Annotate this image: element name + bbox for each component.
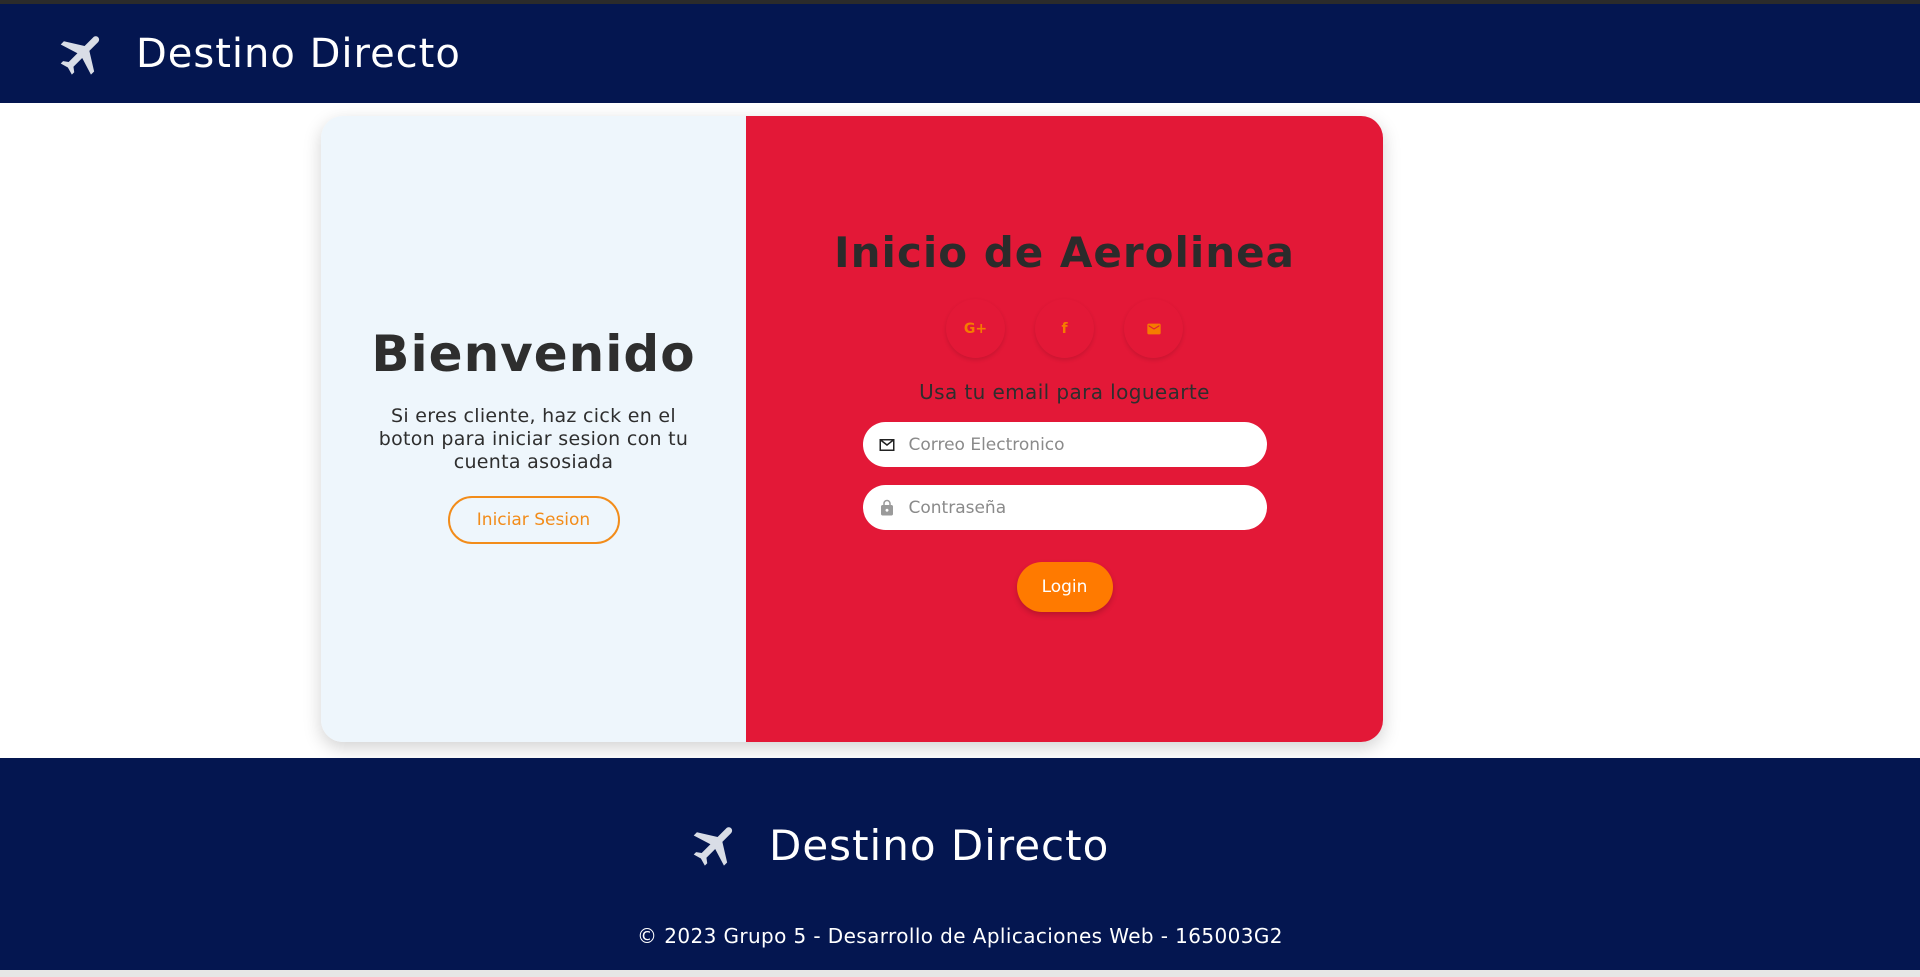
- login-card: Bienvenido Si eres cliente, haz cick en …: [321, 116, 1383, 742]
- envelope-icon: [877, 435, 897, 455]
- login-panel: Inicio de Aerolinea G+ f Usa tu email pa…: [746, 116, 1383, 742]
- window-bottom-strip: [0, 970, 1920, 977]
- email-input[interactable]: [908, 422, 1267, 467]
- password-input[interactable]: [908, 485, 1267, 530]
- email-social-button[interactable]: [1124, 299, 1183, 358]
- copyright-text: © 2023 Grupo 5 - Desarrollo de Aplicacio…: [637, 924, 1283, 948]
- lock-icon: [877, 498, 897, 518]
- airplane-icon: [693, 827, 733, 866]
- header-brand[interactable]: Destino Directo: [56, 27, 461, 81]
- welcome-text: Si eres cliente, haz cick en el boton pa…: [378, 404, 689, 473]
- login-button[interactable]: Login: [1016, 562, 1113, 612]
- header-brand-name: Destino Directo: [136, 30, 461, 77]
- footer-brand-name: Destino Directo: [769, 820, 1110, 870]
- site-footer: Destino Directo © 2023 Grupo 5 - Desarro…: [0, 758, 1920, 970]
- social-login-group: G+ f: [946, 299, 1183, 358]
- site-header: Destino Directo: [0, 4, 1920, 103]
- welcome-title: Bienvenido: [371, 324, 696, 383]
- google-plus-button[interactable]: G+: [946, 299, 1005, 358]
- facebook-icon: f: [1061, 320, 1068, 337]
- password-field: [862, 485, 1267, 530]
- welcome-panel: Bienvenido Si eres cliente, haz cick en …: [321, 116, 746, 742]
- login-hint: Usa tu email para loguearte: [919, 380, 1210, 404]
- airplane-icon: [60, 35, 100, 75]
- email-field: [862, 422, 1267, 467]
- iniciar-sesion-button[interactable]: Iniciar Sesion: [447, 495, 620, 544]
- footer-brand: Destino Directo: [689, 818, 1109, 872]
- google-plus-icon: G+: [963, 320, 988, 337]
- email-icon: [1146, 323, 1161, 334]
- facebook-button[interactable]: f: [1035, 299, 1094, 358]
- login-title: Inicio de Aerolinea: [834, 228, 1295, 277]
